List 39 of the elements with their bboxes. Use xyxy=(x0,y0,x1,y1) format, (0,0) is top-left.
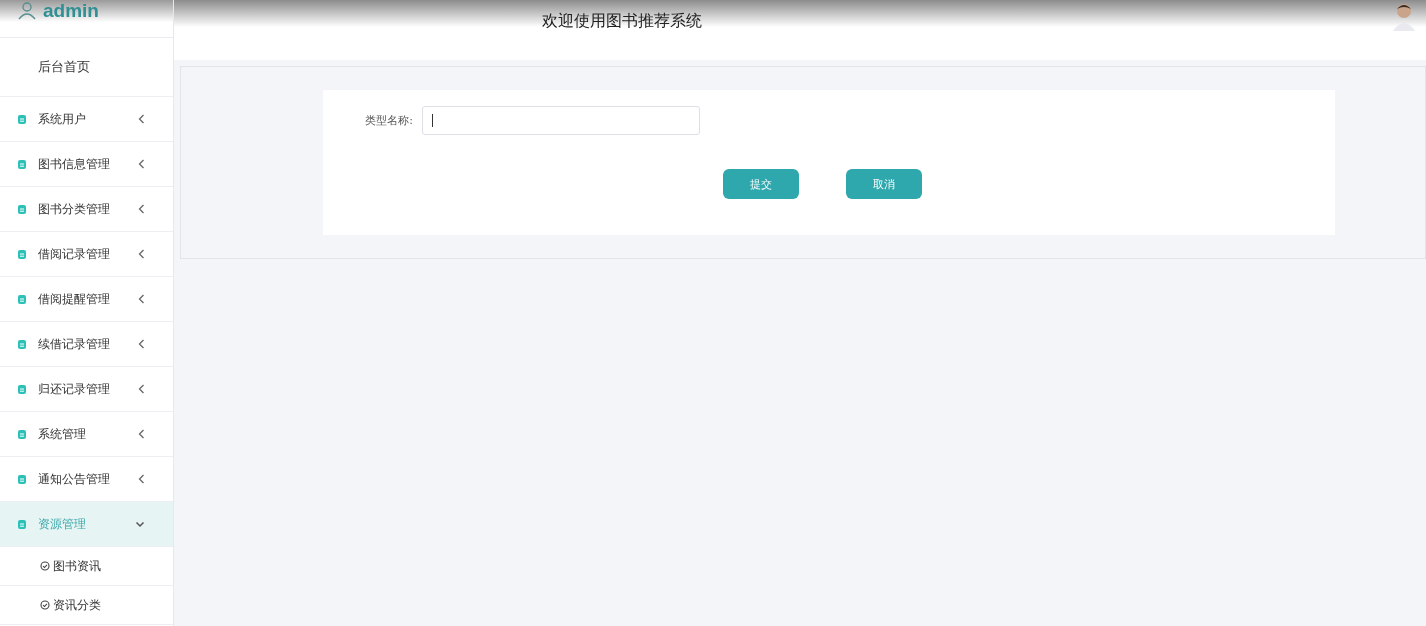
document-icon xyxy=(18,114,26,124)
chevron-left-icon xyxy=(138,204,145,214)
document-icon xyxy=(18,159,26,169)
menu-item[interactable]: 系统管理 xyxy=(0,412,173,457)
input-field[interactable] xyxy=(422,106,700,135)
page-title: 欢迎使用图书推荐系统 xyxy=(542,11,702,32)
chevron-left-icon xyxy=(138,339,145,349)
document-icon xyxy=(18,384,26,394)
chevron-left-icon xyxy=(138,384,145,394)
document-icon xyxy=(18,204,26,214)
check-circle-icon xyxy=(40,600,50,610)
check-circle-icon xyxy=(40,561,50,571)
submenu-item[interactable]: 资讯分类 xyxy=(0,586,173,625)
chevron-left-icon xyxy=(138,159,145,169)
document-icon xyxy=(18,519,26,529)
user-icon xyxy=(17,2,37,20)
chevron-left-icon xyxy=(138,114,145,124)
avatar-icon[interactable] xyxy=(1392,1,1416,31)
menu-item[interactable]: 借阅记录管理 xyxy=(0,232,173,277)
chevron-left-icon xyxy=(138,429,145,439)
menu-item[interactable]: 归还记录管理 xyxy=(0,367,173,412)
field-label: 类型名称: xyxy=(364,113,414,128)
document-icon xyxy=(18,339,26,349)
chevron-down-icon xyxy=(135,520,145,528)
document-icon xyxy=(18,294,26,304)
document-icon xyxy=(18,249,26,259)
submenu-item[interactable]: 图书资讯 xyxy=(0,547,173,586)
document-icon xyxy=(18,429,26,439)
chevron-left-icon xyxy=(138,249,145,259)
menu-item[interactable]: 后台首页 xyxy=(0,38,173,97)
chevron-left-icon xyxy=(138,474,145,484)
chevron-left-icon xyxy=(138,294,145,304)
menu-item[interactable]: 图书信息管理 xyxy=(0,142,173,187)
user-name: admin xyxy=(43,0,99,22)
menu-item[interactable]: 图书分类管理 xyxy=(0,187,173,232)
menu-item[interactable]: 续借记录管理 xyxy=(0,322,173,367)
menu-item[interactable]: 借阅提醒管理 xyxy=(0,277,173,322)
menu-item[interactable]: 系统用户 xyxy=(0,97,173,142)
document-icon xyxy=(18,474,26,484)
